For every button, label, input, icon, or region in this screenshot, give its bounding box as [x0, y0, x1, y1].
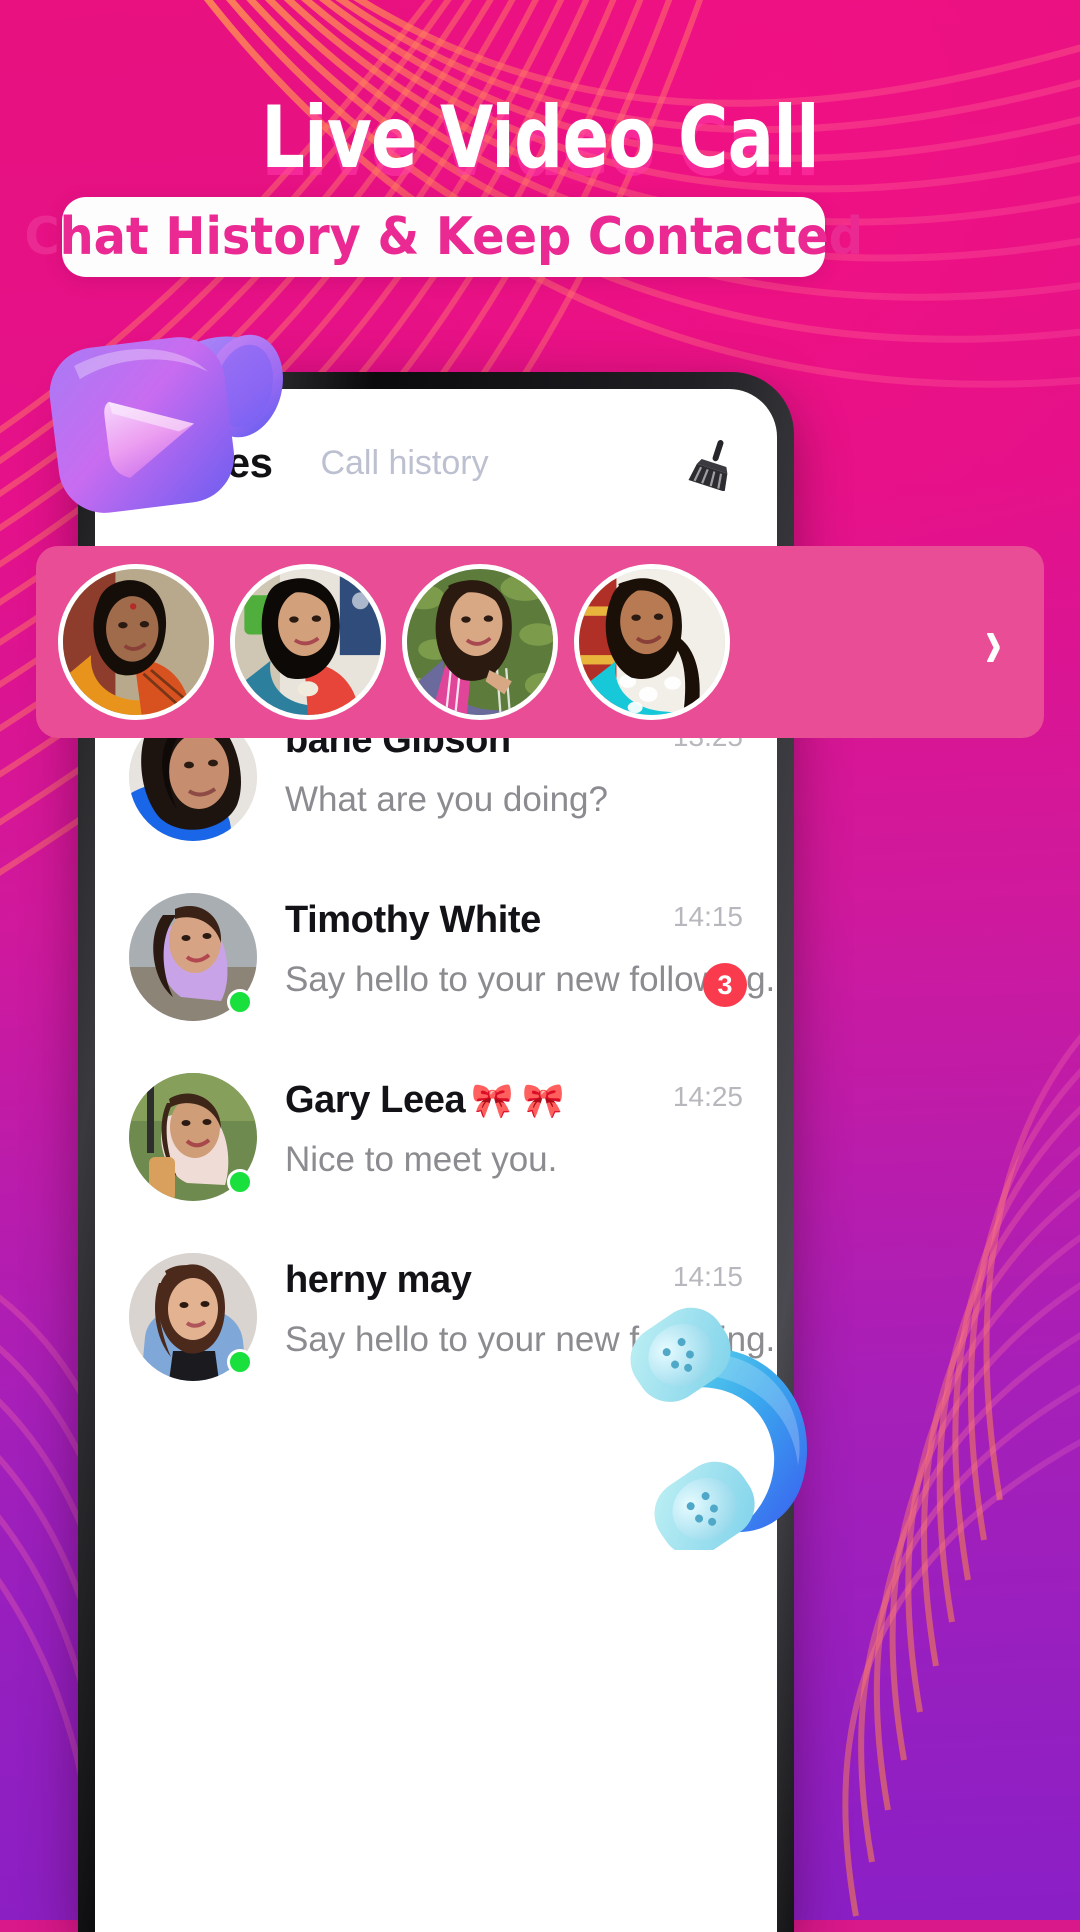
message-preview: Nice to meet you. [285, 1140, 558, 1179]
message-row[interactable]: Gary Leea 🎀 🎀 Nice to meet you. 14:25 [95, 1047, 777, 1227]
story-avatar[interactable] [58, 564, 214, 720]
avatar-wrap [129, 1253, 257, 1381]
message-preview: Say hello to your new following. [285, 960, 776, 999]
message-time: 14:15 [672, 901, 743, 932]
unread-badge: 3 [703, 963, 747, 1007]
online-indicator [227, 1169, 253, 1195]
story-avatar-image-2 [235, 569, 381, 715]
sender-name: herny may [285, 1259, 472, 1301]
story-next-arrow[interactable]: › [985, 605, 1002, 679]
promo-subtitle-banner: Chat History & Keep Contacted [24, 197, 863, 277]
message-row[interactable]: Timothy White Say hello to your new foll… [95, 867, 777, 1047]
promo-subtitle: Chat History & Keep Contacted [24, 207, 863, 267]
online-indicator [227, 1349, 253, 1375]
story-avatar-image-3 [407, 569, 553, 715]
message-preview: What are you doing? [285, 780, 608, 819]
story-avatar-image-1 [63, 569, 209, 715]
avatar-wrap [129, 893, 257, 1021]
story-bar: › [36, 546, 1044, 738]
tab-call-history[interactable]: Call history [320, 444, 488, 483]
phone-handset-3d-icon [608, 1300, 838, 1556]
promo-headline: Live Video Call [261, 88, 820, 188]
sender-name: Timothy White [285, 899, 541, 941]
message-time: 14:15 [672, 1261, 743, 1292]
story-avatar-image-4 [579, 569, 725, 715]
video-call-3d-icon [38, 306, 290, 516]
bow-emoji: 🎀 🎀 [471, 1081, 565, 1120]
message-body: Gary Leea 🎀 🎀 Nice to meet you. [257, 1073, 743, 1180]
sender-name: Gary Leea [285, 1079, 466, 1121]
avatar-wrap [129, 1073, 257, 1201]
message-body: Timothy White Say hello to your new foll… [257, 893, 776, 1000]
message-time: 14:25 [672, 1081, 743, 1112]
story-avatar[interactable] [574, 564, 730, 720]
broom-icon[interactable] [685, 434, 743, 492]
story-avatar[interactable] [230, 564, 386, 720]
story-avatar[interactable] [402, 564, 558, 720]
online-indicator [227, 989, 253, 1015]
